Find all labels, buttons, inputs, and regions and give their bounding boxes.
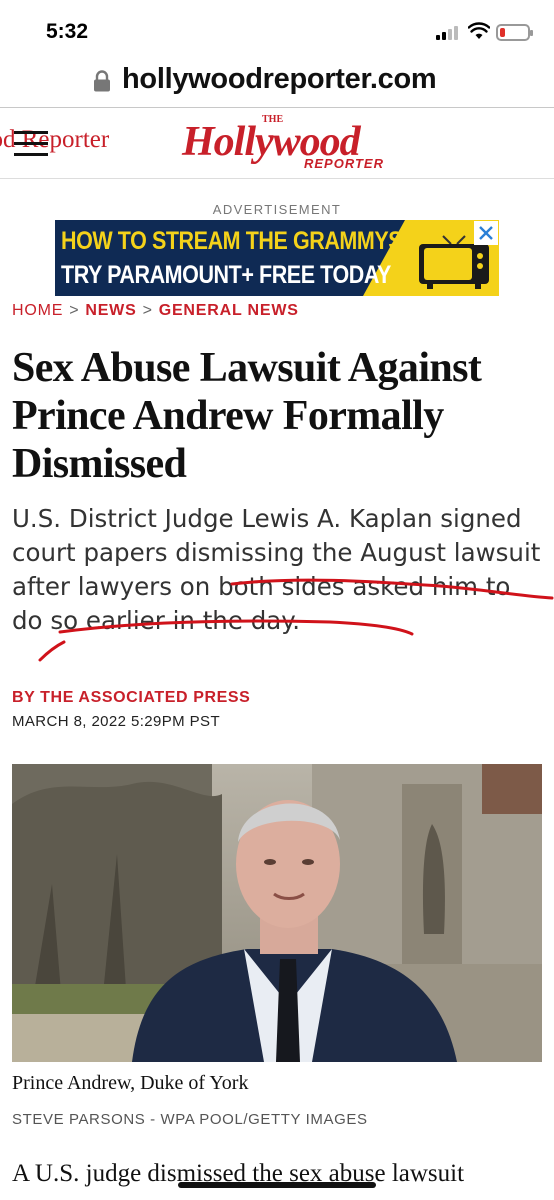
status-bar: 5:32: [0, 0, 554, 60]
header-divider: [0, 178, 554, 179]
ad-line-2: TRY PARAMOUNT+ FREE TODAY: [61, 261, 391, 289]
photo-illustration: [12, 764, 542, 1062]
site-logo[interactable]: THE Hollywood REPORTER: [182, 114, 384, 176]
article-headline: Sex Abuse Lawsuit Against Prince Andrew …: [12, 345, 482, 487]
breadcrumb-separator: >: [142, 302, 153, 319]
breadcrumb-home[interactable]: HOME: [12, 302, 63, 319]
wifi-icon: [468, 22, 490, 39]
ad-line-1: HOW TO STREAM THE GRAMMYS: [61, 227, 403, 255]
signal-icon: [436, 26, 462, 40]
article-date: MARCH 8, 2022 5:29PM PST: [12, 713, 221, 730]
menu-icon[interactable]: [14, 131, 48, 157]
lock-icon: [94, 70, 110, 92]
breadcrumb-separator: >: [69, 302, 80, 319]
status-time: 5:32: [46, 20, 89, 43]
ad-label: ADVERTISEMENT: [212, 202, 342, 217]
article-photo[interactable]: [12, 764, 542, 1062]
home-indicator[interactable]: [178, 1182, 376, 1188]
site-header: ood Reporter THE Hollywood REPORTER: [0, 108, 554, 180]
ad-banner[interactable]: HOW TO STREAM THE GRAMMYS TRY PARAMOUNT+…: [55, 220, 499, 296]
article-byline[interactable]: BY THE ASSOCIATED PRESS: [12, 689, 250, 707]
url-text[interactable]: hollywoodreporter.com: [122, 63, 437, 96]
breadcrumb: HOME > NEWS > GENERAL NEWS: [12, 302, 299, 320]
article-dek: U.S. District Judge Lewis A. Kaplan sign…: [12, 504, 541, 635]
close-icon[interactable]: [474, 221, 498, 245]
logo-reporter: REPORTER: [304, 156, 384, 171]
address-bar[interactable]: hollywoodreporter.com: [0, 60, 554, 104]
breadcrumb-news[interactable]: NEWS: [85, 302, 136, 319]
photo-credit: STEVE PARSONS - WPA POOL/GETTY IMAGES: [12, 1111, 368, 1128]
battery-icon: [496, 24, 533, 41]
breadcrumb-general-news[interactable]: GENERAL NEWS: [159, 302, 299, 319]
photo-caption: Prince Andrew, Duke of York: [12, 1072, 249, 1094]
